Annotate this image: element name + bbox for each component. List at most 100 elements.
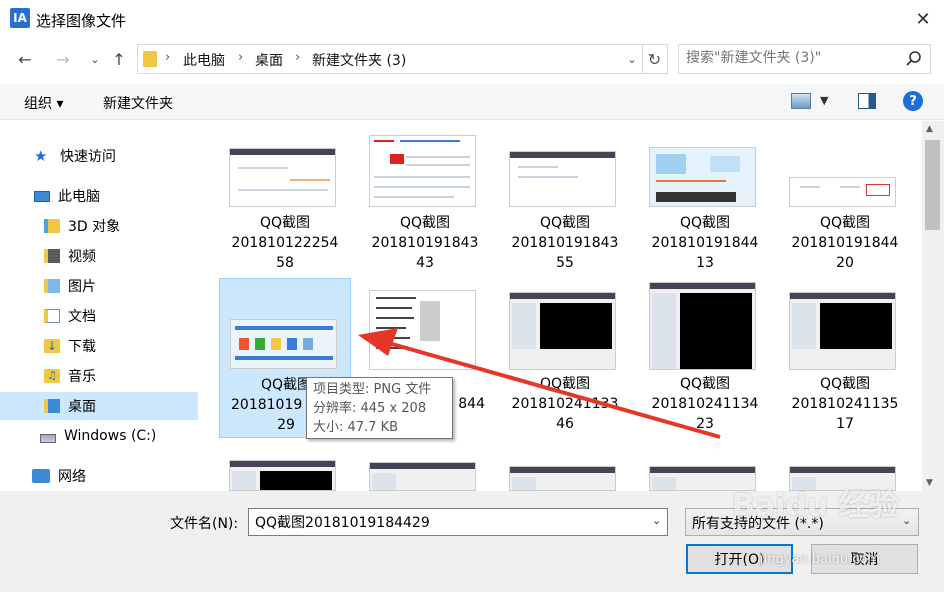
- help-icon[interactable]: ?: [903, 91, 923, 111]
- network-icon: [32, 469, 50, 483]
- file-name-line1: QQ截图: [259, 215, 311, 231]
- video-icon: [44, 249, 60, 263]
- tooltip-file-type: 项目类型: PNG 文件: [313, 382, 432, 397]
- sidebar-item-downloads[interactable]: ↓ 下载: [0, 332, 198, 360]
- documents-icon: [44, 309, 60, 323]
- sidebar-item-label: 桌面: [68, 399, 96, 415]
- file-name-line3: 46: [556, 416, 574, 432]
- file-name-line1: QQ截图: [679, 215, 731, 231]
- sidebar-item-label: 此电脑: [58, 189, 100, 205]
- breadcrumb-current-folder[interactable]: 新建文件夹 (3): [312, 50, 406, 70]
- file-tile[interactable]: QQ截图 201810191843 43: [359, 121, 491, 279]
- file-thumbnail: [789, 292, 896, 370]
- music-icon: ♫: [44, 369, 60, 383]
- up-arrow-icon[interactable]: ↑: [106, 46, 132, 72]
- breadcrumb-desktop[interactable]: 桌面: [255, 50, 283, 70]
- change-view-icon[interactable]: [791, 93, 811, 109]
- view-options-chevron-icon[interactable]: ▼: [820, 94, 828, 107]
- sidebar-item-label: 图片: [68, 279, 96, 295]
- sidebar-item-music[interactable]: ♫ 音乐: [0, 362, 198, 390]
- sidebar-item-label: 网络: [58, 469, 86, 485]
- sidebar-item-label: 视频: [68, 249, 96, 265]
- sidebar-item-this-pc[interactable]: 此电脑: [0, 182, 198, 210]
- file-thumbnail: [229, 148, 336, 207]
- sidebar-item-network[interactable]: 网络: [0, 462, 198, 490]
- close-icon[interactable]: ✕: [908, 4, 938, 34]
- file-tile[interactable]: QQ截图 201810122254 58: [219, 121, 351, 279]
- breadcrumb-chevron-icon[interactable]: ›: [295, 50, 300, 65]
- file-thumbnail: [509, 292, 616, 370]
- scroll-up-arrow-icon[interactable]: ▲: [926, 124, 933, 134]
- pictures-icon: [44, 279, 60, 293]
- new-folder-button[interactable]: 新建文件夹: [103, 93, 173, 113]
- tooltip-size: 大小: 47.7 KB: [313, 420, 399, 435]
- sidebar-item-documents[interactable]: 文档: [0, 302, 198, 330]
- file-name-line3: 17: [836, 416, 854, 432]
- sidebar-item-label: 文档: [68, 309, 96, 325]
- file-name-line3: 23: [696, 416, 714, 432]
- sidebar-item-pictures[interactable]: 图片: [0, 272, 198, 300]
- app-icon: IA: [10, 8, 30, 28]
- forward-arrow-icon[interactable]: →: [50, 46, 76, 72]
- breadcrumb-chevron-icon[interactable]: ›: [165, 50, 170, 65]
- sidebar-item-desktop[interactable]: 桌面: [0, 392, 198, 420]
- sidebar-item-label: 音乐: [68, 369, 96, 385]
- file-name-line2: 201810241135: [791, 396, 899, 412]
- sidebar-item-quick-access[interactable]: ★ 快速访问: [0, 142, 198, 170]
- file-name-line1: QQ截图: [819, 215, 871, 231]
- breadcrumb-this-pc[interactable]: 此电脑: [183, 50, 225, 70]
- file-tile[interactable]: QQ截图 201810191843 55: [499, 121, 631, 279]
- file-name-line2: 201810191844: [791, 235, 899, 251]
- file-name-line3: 58: [276, 255, 294, 271]
- sidebar-item-videos[interactable]: 视频: [0, 242, 198, 270]
- file-thumbnail: [369, 135, 476, 207]
- filename-label: 文件名(N):: [170, 516, 239, 532]
- window-title: 选择图像文件: [36, 12, 127, 30]
- back-arrow-icon[interactable]: ←: [12, 46, 38, 72]
- file-name-line1: QQ截图: [679, 376, 731, 392]
- search-input[interactable]: [686, 50, 886, 66]
- file-name-line2: 201810191844: [651, 235, 759, 251]
- computer-icon: [34, 190, 50, 202]
- file-type-chevron-icon[interactable]: ⌄: [902, 514, 911, 527]
- file-thumbnail: [230, 319, 337, 369]
- file-thumbnail: [789, 177, 896, 207]
- file-thumbnail[interactable]: [229, 460, 336, 491]
- sidebar-item-label: 快速访问: [60, 149, 116, 165]
- file-tile[interactable]: QQ截图 201810241135 17: [779, 278, 911, 436]
- file-name-line1: QQ截图: [819, 376, 871, 392]
- title-bar: [0, 0, 944, 38]
- file-thumbnail[interactable]: [509, 466, 616, 491]
- scrollbar-thumb[interactable]: [925, 140, 940, 230]
- sidebar-item-label: 下载: [68, 339, 96, 355]
- file-tile[interactable]: QQ截图 201810241133 46: [499, 278, 631, 436]
- file-thumbnail: [369, 290, 476, 370]
- file-name-line2: 201810191843: [371, 235, 479, 251]
- file-tile[interactable]: QQ截图 201810191844 20: [779, 121, 911, 279]
- breadcrumb-chevron-icon[interactable]: ›: [238, 50, 243, 65]
- address-dropdown-icon[interactable]: ⌄: [624, 44, 640, 74]
- sidebar-item-3d-objects[interactable]: 3D 对象: [0, 212, 198, 240]
- sidebar-item-label: Windows (C:): [64, 428, 157, 444]
- file-tile[interactable]: QQ截图 201810241134 23: [639, 278, 771, 436]
- scroll-down-arrow-icon[interactable]: ▼: [926, 478, 933, 488]
- file-thumbnail[interactable]: [369, 462, 476, 491]
- file-name-line1: QQ截图: [399, 215, 451, 231]
- recent-locations-chevron-icon[interactable]: ⌄: [82, 46, 108, 72]
- file-name-line2: 201810241133: [511, 396, 619, 412]
- baidu-watermark: Baidu 经验: [732, 488, 899, 523]
- file-name-line2: 201810122254: [231, 235, 339, 251]
- tooltip-resolution: 分辨率: 445 x 208: [313, 401, 427, 416]
- file-tile[interactable]: QQ截图 201810191844 13: [639, 121, 771, 279]
- file-name-line2: 201810241134: [651, 396, 759, 412]
- refresh-icon[interactable]: ↻: [642, 45, 666, 73]
- file-thumbnail: [649, 282, 756, 370]
- sidebar-item-drive-c[interactable]: Windows (C:): [0, 422, 198, 450]
- file-name-line1: QQ截图: [539, 215, 591, 231]
- organize-button[interactable]: 组织 ▾: [24, 93, 63, 113]
- preview-pane-icon[interactable]: [858, 93, 876, 109]
- search-icon[interactable]: [902, 47, 926, 71]
- filename-input[interactable]: QQ截图20181019184429: [248, 508, 668, 536]
- filename-history-chevron-icon[interactable]: ⌄: [652, 514, 661, 527]
- file-info-tooltip: 项目类型: PNG 文件 分辨率: 445 x 208 大小: 47.7 KB: [306, 377, 453, 439]
